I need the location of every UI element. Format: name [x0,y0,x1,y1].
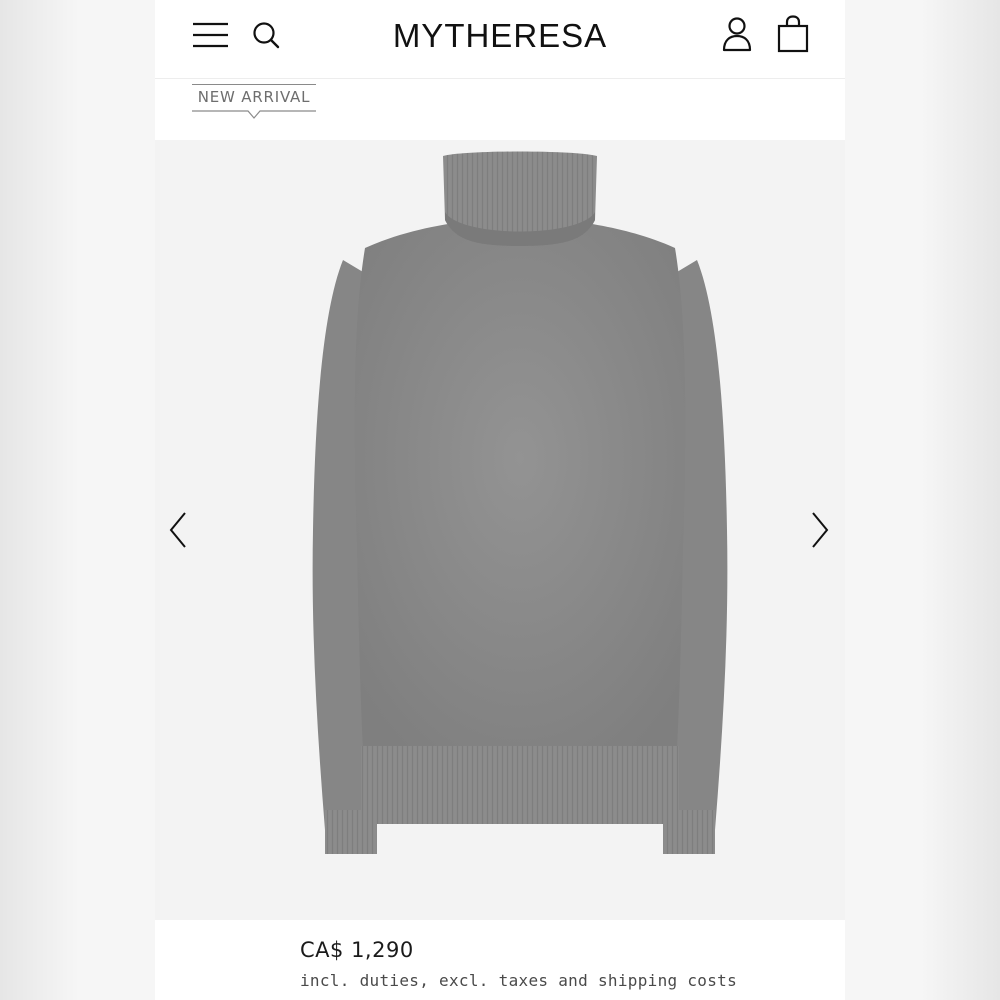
product-image [312,151,728,854]
hamburger-menu-icon[interactable] [192,20,230,50]
shopping-bag-icon[interactable] [776,15,810,53]
badge-label: NEW ARRIVAL [197,88,311,106]
product-price: CA$ 1,290 [300,938,414,962]
chevron-right-icon[interactable] [805,505,835,555]
badge-divider [192,84,316,85]
user-icon[interactable] [721,16,753,52]
search-icon[interactable] [251,20,281,50]
new-arrival-badge: NEW ARRIVAL [192,84,318,122]
product-image-gallery[interactable] [155,140,845,920]
price-note: incl. duties, excl. taxes and shipping c… [300,971,738,990]
badge-pointer [192,110,316,119]
product-page: MYTHERESA NEW ARRIVAL CA$ 1,290 incl. du… [155,0,845,1000]
top-nav-bar: MYTHERESA [155,0,845,79]
brand-logo[interactable]: MYTHERESA [335,14,665,58]
chevron-left-icon[interactable] [163,505,193,555]
